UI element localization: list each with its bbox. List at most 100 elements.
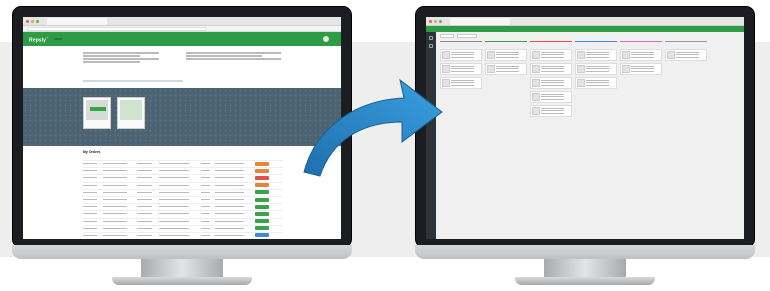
table-cell	[201, 170, 215, 172]
text-line	[496, 54, 520, 56]
status-badge	[255, 233, 269, 238]
text-line	[137, 191, 152, 193]
nav-icon[interactable]	[429, 44, 433, 48]
table-cell	[159, 234, 201, 237]
column-header[interactable]	[620, 41, 662, 47]
text-line	[586, 80, 610, 82]
minimize-dot[interactable]	[434, 19, 437, 23]
maximize-dot[interactable]	[439, 19, 442, 23]
filter-select[interactable]	[440, 33, 454, 38]
text-line	[541, 96, 565, 98]
monitor-stand-right	[544, 259, 626, 277]
column-header[interactable]	[530, 41, 572, 47]
text-line	[83, 234, 97, 236]
avatar[interactable]	[323, 36, 329, 42]
order-card[interactable]	[665, 49, 707, 61]
order-card[interactable]	[620, 63, 662, 75]
table-row[interactable]	[83, 219, 283, 226]
product-tile[interactable]	[83, 97, 111, 129]
order-card[interactable]	[440, 77, 482, 89]
text-line	[201, 234, 210, 236]
text-line	[496, 66, 520, 68]
table-row[interactable]	[83, 197, 283, 205]
order-card[interactable]	[575, 63, 617, 75]
table-row[interactable]	[83, 226, 283, 233]
browser-chrome	[426, 17, 744, 26]
text-line	[83, 170, 97, 172]
column-header[interactable]	[665, 41, 707, 47]
card-text	[676, 51, 705, 59]
stage: Repsly+ My Orders	[0, 0, 770, 291]
table-cell	[103, 177, 137, 179]
table-row[interactable]	[83, 168, 283, 176]
link-row[interactable]	[83, 80, 183, 82]
text-line	[137, 227, 152, 229]
text-line	[83, 61, 140, 63]
order-card[interactable]	[575, 49, 617, 61]
text-line	[159, 191, 189, 193]
text-line	[541, 66, 565, 68]
text-line	[451, 70, 475, 72]
table-row[interactable]	[83, 161, 283, 169]
board-column	[530, 41, 572, 237]
text-line	[541, 68, 565, 70]
table-row[interactable]	[83, 190, 283, 197]
nav-icon[interactable]	[429, 36, 433, 40]
table-row[interactable]	[83, 175, 283, 183]
text-line	[103, 206, 127, 208]
order-card[interactable]	[485, 49, 527, 61]
close-dot[interactable]	[429, 19, 432, 23]
text-line	[496, 52, 520, 54]
header-action-button[interactable]	[54, 38, 63, 40]
table-cell	[83, 184, 103, 187]
close-dot[interactable]	[26, 19, 29, 23]
table-row[interactable]	[83, 204, 283, 212]
text-line	[215, 191, 244, 193]
text-line	[541, 54, 565, 56]
column-header[interactable]	[485, 41, 527, 47]
product-tile[interactable]	[117, 97, 145, 129]
text-line	[586, 52, 610, 54]
maximize-dot[interactable]	[36, 19, 39, 23]
app-logo[interactable]: Repsly+	[29, 35, 48, 44]
browser-tab[interactable]	[47, 17, 107, 25]
table-cell	[83, 213, 103, 215]
table-cell	[201, 220, 215, 223]
table-cell	[201, 191, 215, 194]
column-header[interactable]	[440, 41, 482, 47]
order-card[interactable]	[530, 91, 572, 103]
product-button[interactable]	[90, 107, 106, 111]
text-line	[631, 66, 655, 68]
table-cell	[103, 206, 137, 208]
order-card[interactable]	[440, 63, 482, 75]
text-line	[215, 227, 244, 229]
table-row[interactable]	[83, 183, 283, 190]
browser-tab[interactable]	[450, 17, 510, 25]
table-cell	[159, 206, 201, 208]
table-cell	[215, 227, 255, 230]
order-card[interactable]	[575, 77, 617, 89]
column-header[interactable]	[575, 41, 617, 47]
table-row[interactable]	[83, 211, 283, 219]
text-line	[201, 163, 210, 165]
order-card[interactable]	[485, 63, 527, 75]
status-badge	[255, 190, 269, 195]
table-cell	[215, 213, 255, 215]
card-thumbnail	[532, 65, 540, 73]
minimize-dot[interactable]	[31, 19, 34, 23]
text-line	[159, 177, 189, 179]
address-bar[interactable]	[27, 26, 207, 31]
order-card[interactable]	[530, 77, 572, 89]
order-card[interactable]	[530, 63, 572, 75]
order-card[interactable]	[530, 49, 572, 61]
order-card[interactable]	[440, 49, 482, 61]
search-input[interactable]	[457, 33, 477, 38]
order-card[interactable]	[530, 105, 572, 117]
board-column	[440, 41, 482, 237]
text-line	[103, 234, 127, 236]
order-card[interactable]	[620, 49, 662, 61]
table-cell	[255, 161, 283, 167]
table-row[interactable]	[83, 233, 283, 239]
table-cell	[83, 191, 103, 194]
text-line	[541, 56, 565, 58]
